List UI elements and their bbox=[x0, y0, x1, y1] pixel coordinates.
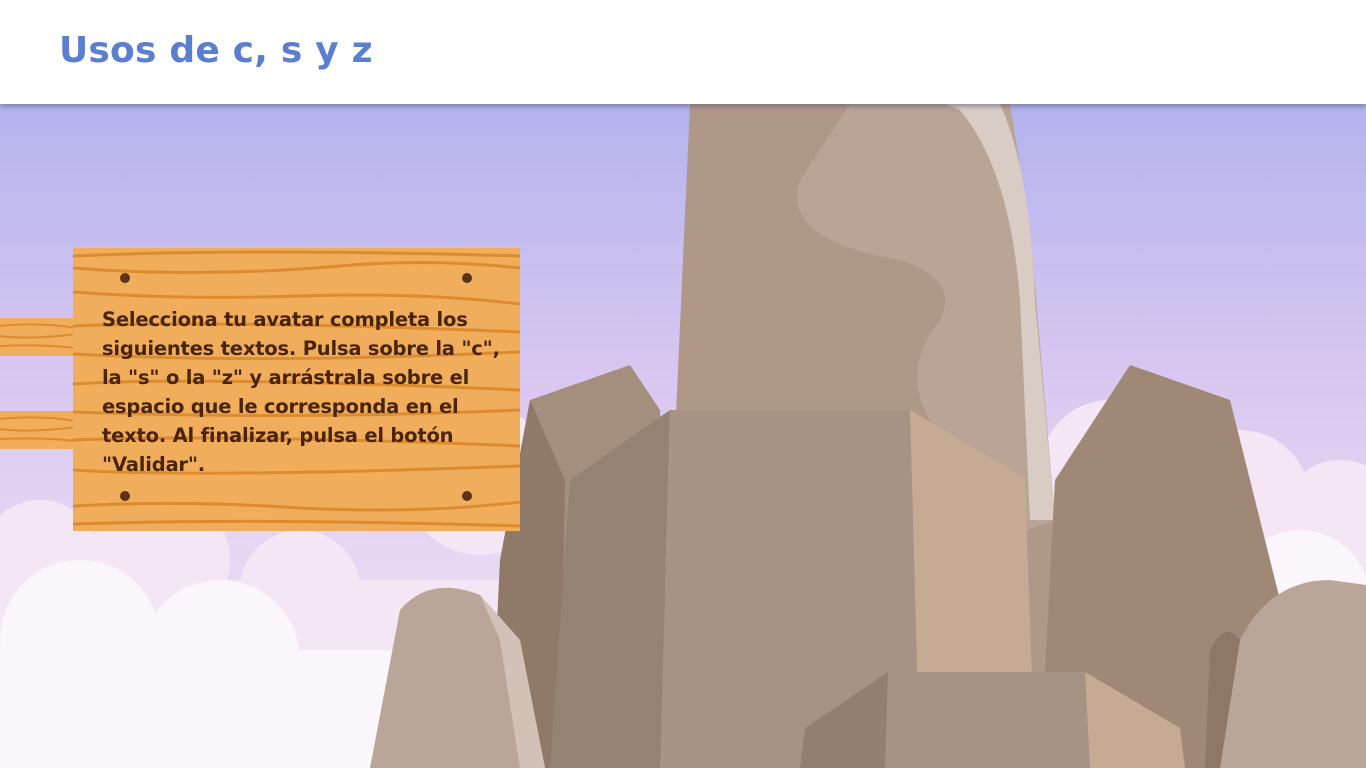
header-bar: Usos de c, s y z bbox=[0, 0, 1366, 104]
page-title: Usos de c, s y z bbox=[59, 30, 373, 71]
small-block bbox=[885, 672, 1090, 768]
instructions-text: Selecciona tu avatar completa los siguie… bbox=[102, 308, 500, 476]
scene-background: Selecciona tu avatar completa los siguie… bbox=[0, 104, 1366, 768]
